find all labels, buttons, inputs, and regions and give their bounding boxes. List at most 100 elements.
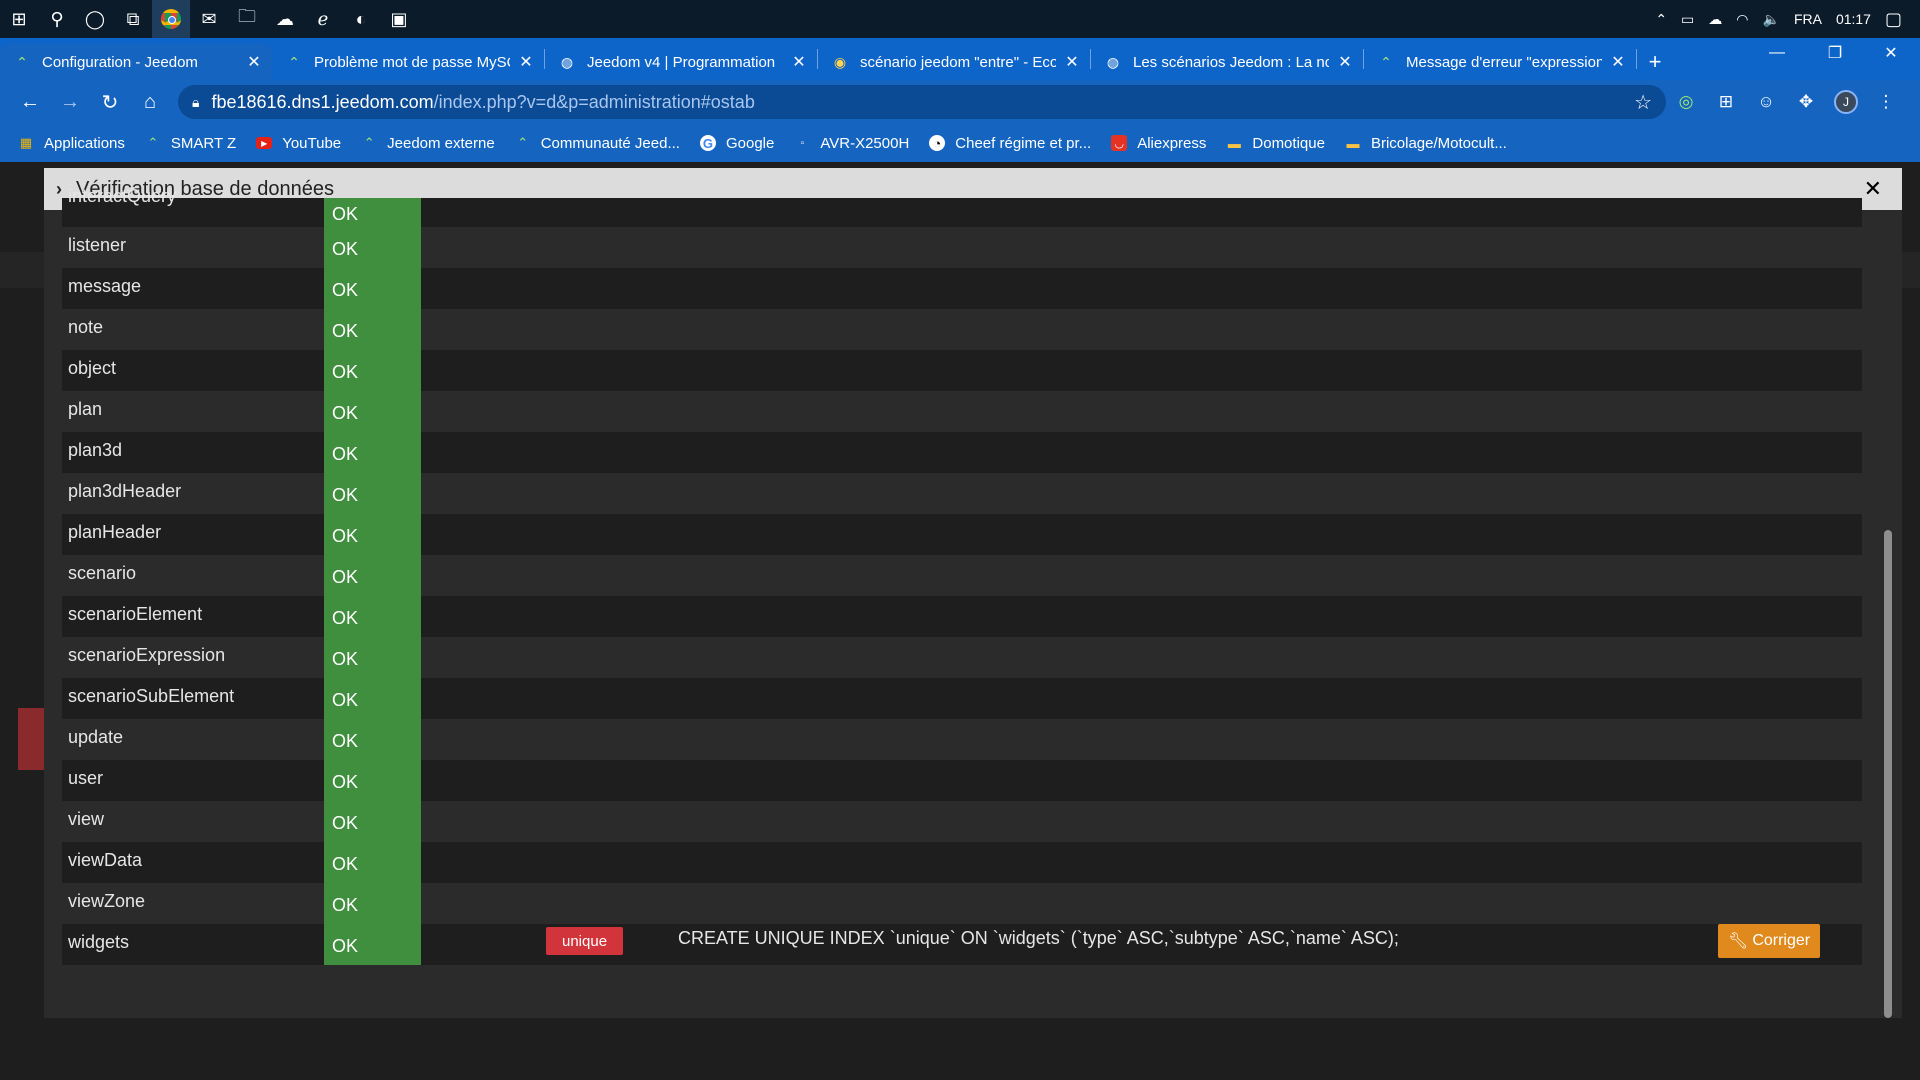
table-row: interactQuery OK bbox=[62, 186, 1862, 227]
status-ok: OK bbox=[324, 801, 421, 842]
table-row: planHeader OK bbox=[62, 514, 1862, 555]
tab-configuration-jeedom[interactable]: ⌃ Configuration - Jeedom ✕ bbox=[0, 44, 272, 80]
table-row: view OK bbox=[62, 801, 1862, 842]
file-explorer-icon[interactable]: 🗀 bbox=[228, 0, 266, 38]
google-translate-icon[interactable]: ⊞ bbox=[1706, 84, 1746, 120]
cortana-icon[interactable]: ◯ bbox=[76, 0, 114, 38]
chrome-extension-icon[interactable]: ◎ bbox=[1666, 84, 1706, 120]
table-name: plan3dHeader bbox=[68, 481, 182, 501]
forward-arrow-icon[interactable]: → bbox=[50, 84, 90, 120]
task-view-icon[interactable]: ⧉ bbox=[114, 0, 152, 38]
close-icon[interactable]: ✕ bbox=[1337, 52, 1353, 72]
bookmark-smart-z[interactable]: ⌃ SMART Z bbox=[137, 128, 244, 158]
status-ok: OK bbox=[324, 924, 421, 965]
corriger-button[interactable]: 🔧︎ Corriger bbox=[1718, 924, 1821, 958]
new-tab-button[interactable]: + bbox=[1637, 44, 1673, 80]
back-arrow-icon[interactable]: ← bbox=[10, 84, 50, 120]
folder-icon: ▬ bbox=[1227, 135, 1241, 151]
status-ok: OK bbox=[324, 227, 421, 268]
aliexpress-icon: ◡ bbox=[1111, 135, 1128, 151]
bookmark-label: Domotique bbox=[1252, 134, 1325, 152]
reload-icon[interactable]: ↻ bbox=[90, 84, 130, 120]
edge-icon[interactable]: ◐ bbox=[342, 0, 380, 38]
system-tray: ⌃ ▭ ☁ ◠ 🔈 FRA 01:17 ▢ bbox=[1655, 9, 1920, 30]
notification-icon[interactable]: ▢ bbox=[1885, 9, 1902, 30]
close-icon[interactable]: ✕ bbox=[791, 52, 807, 72]
internet-explorer-icon[interactable]: ℯ bbox=[304, 0, 342, 38]
minimize-icon[interactable]: — bbox=[1748, 38, 1806, 68]
extensions-puzzle-icon[interactable]: ✥ bbox=[1786, 84, 1826, 120]
sql-fix-statement: CREATE UNIQUE INDEX `unique` ON `widgets… bbox=[678, 928, 1399, 948]
close-icon[interactable]: ✕ bbox=[1610, 52, 1626, 72]
modal-scrollbar[interactable] bbox=[1884, 530, 1892, 1018]
profile-button[interactable]: J bbox=[1826, 84, 1866, 120]
bookmark-label: Applications bbox=[44, 134, 125, 152]
onedrive-icon[interactable]: ☁ bbox=[266, 0, 304, 38]
tab-title: scénario jeedom "entre" - Ecosia bbox=[860, 53, 1056, 71]
table-row: plan3d OK bbox=[62, 432, 1862, 473]
address-bar[interactable]: 🔒︎ fbe18616.dns1.jeedom.com/index.php?v=… bbox=[178, 85, 1666, 119]
bookmark-jeedom-externe[interactable]: ⌃ Jeedom externe bbox=[353, 128, 503, 158]
browser-tab-strip: ⌃ Configuration - Jeedom ✕ ⌃ Problème mo… bbox=[0, 38, 1920, 80]
table-name: viewZone bbox=[68, 891, 146, 911]
cloud-icon[interactable]: ☁ bbox=[1708, 11, 1722, 28]
home-icon[interactable]: ⌂ bbox=[130, 84, 170, 120]
bookmark-cheef[interactable]: ◔ Cheef régime et pr... bbox=[921, 128, 1099, 158]
ecosia-icon: ◉ bbox=[833, 53, 847, 70]
mail-icon[interactable]: ✉ bbox=[190, 0, 228, 38]
search-icon[interactable]: ⚲ bbox=[38, 0, 76, 38]
bookmark-bricolage-motoculture[interactable]: ▬ Bricolage/Motocult... bbox=[1337, 128, 1515, 158]
status-ok: OK bbox=[324, 637, 421, 678]
tab-title: Problème mot de passe MySQL bbox=[314, 53, 510, 71]
table-row: viewData OK bbox=[62, 842, 1862, 883]
restore-icon[interactable]: ❐ bbox=[1806, 38, 1864, 68]
table-row: note OK bbox=[62, 309, 1862, 350]
table-name: note bbox=[68, 317, 104, 337]
close-icon[interactable]: ✕ bbox=[518, 52, 534, 72]
windows-start-icon[interactable]: ⊞ bbox=[0, 0, 38, 38]
bookmark-applications[interactable]: ▦ Applications bbox=[10, 128, 133, 158]
volume-icon[interactable]: 🔈 bbox=[1763, 11, 1780, 28]
bookmark-domotique[interactable]: ▬ Domotique bbox=[1218, 128, 1333, 158]
bookmark-label: AVR-X2500H bbox=[820, 134, 910, 152]
tab-message-erreur-expression[interactable]: ⌃ Message d'erreur "expression" ✕ bbox=[1364, 44, 1636, 80]
denon-icon: ▫ bbox=[800, 137, 805, 149]
table-row: scenarioExpression OK bbox=[62, 637, 1862, 678]
bookmark-avr-x2500h[interactable]: ▫ AVR-X2500H bbox=[786, 128, 917, 158]
table-row: scenarioSubElement OK bbox=[62, 678, 1862, 719]
window-close-icon[interactable]: ✕ bbox=[1862, 38, 1920, 68]
photos-icon[interactable]: ▣ bbox=[380, 0, 418, 38]
chrome-taskbar-icon[interactable] bbox=[152, 0, 190, 38]
jeedom-icon: ⌃ bbox=[16, 53, 28, 70]
menu-kebab-icon[interactable]: ⋮ bbox=[1866, 84, 1906, 120]
lock-icon[interactable]: 🔒︎ bbox=[192, 94, 199, 111]
bookmark-aliexpress[interactable]: ◡ Aliexpress bbox=[1103, 128, 1214, 158]
bookmark-google[interactable]: G Google bbox=[692, 128, 782, 158]
smiley-extension-icon[interactable]: ☺ bbox=[1746, 84, 1786, 120]
battery-icon[interactable]: ▭ bbox=[1681, 11, 1694, 28]
google-icon: G bbox=[699, 135, 716, 151]
jeedom-icon: ⌃ bbox=[363, 135, 375, 150]
bookmark-label: SMART Z bbox=[170, 134, 237, 152]
close-icon[interactable]: ✕ bbox=[246, 52, 262, 72]
status-ok: OK bbox=[324, 268, 421, 309]
close-icon[interactable]: ✕ bbox=[1064, 52, 1080, 72]
language-indicator[interactable]: FRA bbox=[1794, 11, 1822, 27]
tab-probleme-mot-de-passe[interactable]: ⌃ Problème mot de passe MySQL ✕ bbox=[272, 44, 544, 80]
status-ok: OK bbox=[324, 198, 421, 227]
status-ok: OK bbox=[324, 309, 421, 350]
table-name: view bbox=[68, 809, 105, 829]
bookmark-youtube[interactable]: ▶ YouTube bbox=[248, 128, 349, 158]
tab-jeedom-v4-programmation[interactable]: ◍ Jeedom v4 | Programmation ✕ bbox=[545, 44, 817, 80]
tab-scenario-jeedom-entre[interactable]: ◉ scénario jeedom "entre" - Ecosia ✕ bbox=[818, 44, 1090, 80]
tab-les-scenarios-jeedom[interactable]: ◍ Les scénarios Jeedom : La nouvelle ✕ bbox=[1091, 44, 1363, 80]
clock[interactable]: 01:17 bbox=[1836, 11, 1871, 27]
chevron-up-icon[interactable]: ⌃ bbox=[1655, 11, 1667, 28]
bookmarks-bar: ▦ Applications ⌃ SMART Z ▶ YouTube ⌃ Jeedom … bbox=[0, 124, 1920, 162]
table-row-widgets: widgets OK unique CREATE UNIQUE INDEX `u… bbox=[62, 924, 1862, 965]
table-name: widgets bbox=[68, 932, 130, 952]
close-icon[interactable]: ✕ bbox=[1864, 176, 1882, 202]
bookmark-communaute-jeedom[interactable]: ⌃ Communauté Jeed... bbox=[507, 128, 688, 158]
wifi-icon[interactable]: ◠ bbox=[1736, 11, 1748, 28]
bookmark-star-icon[interactable]: ☆ bbox=[1634, 90, 1652, 115]
